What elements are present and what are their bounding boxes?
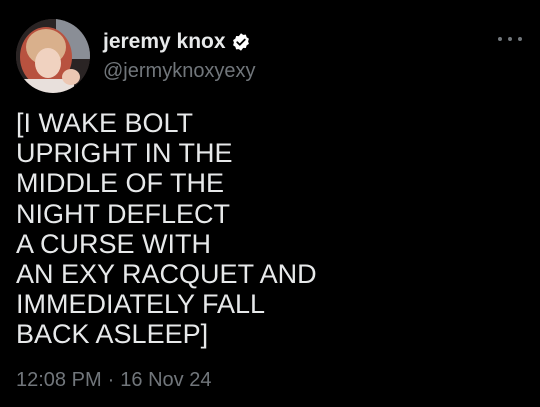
user-handle[interactable]: @jermyknoxyexy <box>103 60 256 83</box>
tweet-text: [I WAKE BOLT UPRIGHT IN THE MIDDLE OF TH… <box>16 108 317 350</box>
avatar-image <box>16 19 90 93</box>
author-name-row: jeremy knox <box>103 28 251 56</box>
display-name[interactable]: jeremy knox <box>103 30 226 54</box>
verified-badge-icon <box>231 32 251 52</box>
tweet-time: 12:08 PM <box>16 369 102 391</box>
dot <box>518 37 522 41</box>
dot <box>498 37 502 41</box>
tweet-card: jeremy knox @jermyknoxyexy [I WAKE BOLT … <box>0 0 540 407</box>
more-options-icon[interactable] <box>498 34 522 44</box>
meta-separator: · <box>107 369 115 391</box>
dot <box>508 37 512 41</box>
tweet-date: 16 Nov 24 <box>120 369 212 391</box>
tweet-timestamp[interactable]: 12:08 PM · 16 Nov 24 <box>16 369 211 392</box>
avatar[interactable] <box>16 19 90 93</box>
